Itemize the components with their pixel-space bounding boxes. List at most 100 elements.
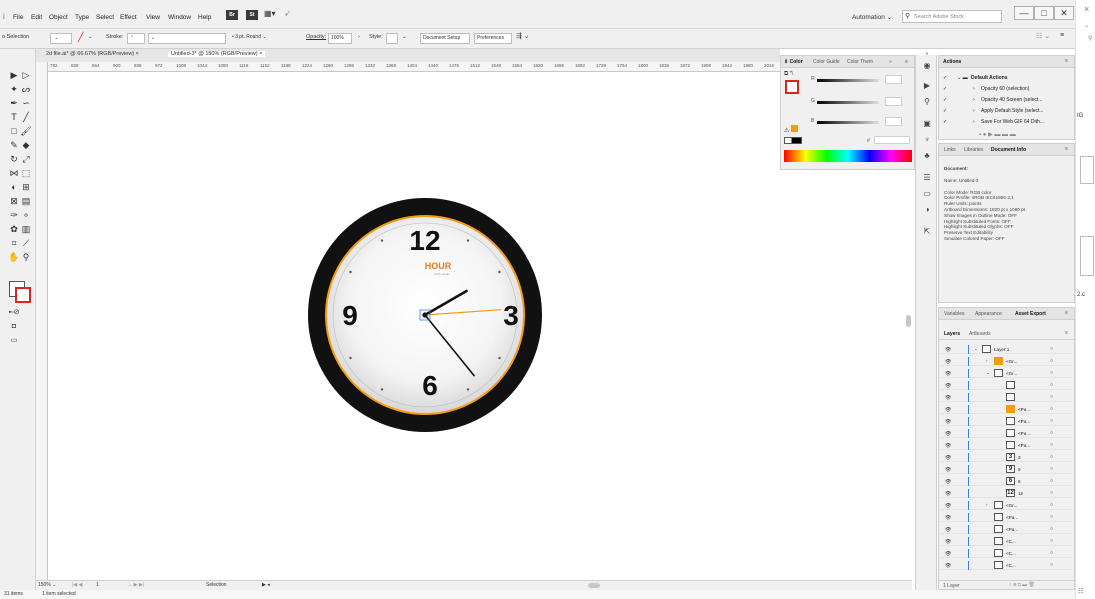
tab-color[interactable]: ⇕ Color bbox=[784, 59, 803, 65]
tab-layers[interactable]: Layers bbox=[944, 331, 960, 337]
artboard-nav-next[interactable]: ⌄ ▶ ▶| bbox=[128, 582, 144, 588]
tab-actions[interactable]: Actions bbox=[943, 59, 961, 65]
layer-row[interactable]: 👁 <C... ○ bbox=[940, 537, 1072, 546]
tab-untitled-3[interactable]: Untitled-3* @ 150% (RGB/Preview) × bbox=[168, 51, 266, 57]
collapse-arrow-icon[interactable]: › bbox=[986, 502, 988, 507]
target-circle-icon[interactable]: ○ bbox=[1050, 418, 1053, 424]
stroke-dropdown-icon[interactable]: ⌄ bbox=[88, 34, 93, 40]
panel-menu-icon[interactable]: ≡ bbox=[1065, 310, 1068, 316]
color-spectrum[interactable] bbox=[784, 150, 912, 162]
channel-b-value[interactable] bbox=[885, 117, 902, 126]
gpu-performance-icon[interactable]: ➶ bbox=[284, 9, 291, 18]
layer-row[interactable]: 👁 <Pa... ○ bbox=[940, 429, 1072, 438]
menu-select[interactable]: Select bbox=[96, 14, 114, 21]
scale-tool-icon[interactable]: ⤢ bbox=[20, 153, 32, 165]
layer-row[interactable]: 👁 ○ bbox=[940, 393, 1072, 402]
tab-variables[interactable]: Variables bbox=[944, 311, 964, 317]
layer-row[interactable]: 👁 ⌄ <Gr... ○ bbox=[940, 369, 1072, 378]
file-icon[interactable] bbox=[1080, 156, 1094, 184]
shape-builder-tool-icon[interactable]: ◐ bbox=[8, 181, 20, 193]
stroke-panel-icon[interactable]: ☰ bbox=[921, 173, 933, 183]
document-setup-button[interactable]: Document Setup bbox=[420, 33, 470, 44]
toggle-check-icon[interactable]: ✓ bbox=[943, 97, 947, 103]
align-icon[interactable]: ⇶ ⌄ bbox=[516, 32, 530, 40]
mesh-tool-icon[interactable]: ⊠ bbox=[8, 195, 20, 207]
style-swatch[interactable] bbox=[386, 33, 398, 44]
arrange-icon[interactable]: ☷ ⌄ bbox=[1036, 32, 1050, 40]
close-button[interactable]: ✕ bbox=[1054, 6, 1074, 20]
close-icon[interactable]: × bbox=[259, 51, 262, 57]
stock-button[interactable]: St bbox=[246, 10, 258, 20]
layer-row[interactable]: 👁 <Pa... ○ bbox=[940, 441, 1072, 450]
vertical-scrollbar-thumb[interactable] bbox=[906, 315, 911, 327]
layer-row[interactable]: 👁 3 3 ○ bbox=[940, 453, 1072, 462]
target-circle-icon[interactable]: ○ bbox=[1050, 346, 1053, 352]
target-circle-icon[interactable]: ○ bbox=[1050, 526, 1053, 532]
expand-arrow-icon[interactable]: ⌄ ▬ bbox=[957, 75, 968, 81]
width-tool-icon[interactable]: ⋈ bbox=[8, 167, 20, 179]
layer-row[interactable]: 👁 <Pa... ○ bbox=[940, 513, 1072, 522]
layer-row[interactable]: 👁 9 9 ○ bbox=[940, 465, 1072, 474]
panel-menu-icon[interactable]: ≡ bbox=[1065, 58, 1068, 64]
workspace-switcher[interactable]: Automation ⌄ bbox=[852, 13, 892, 21]
rotate-tool-icon[interactable]: ↻ bbox=[8, 153, 20, 165]
target-circle-icon[interactable]: ○ bbox=[1050, 430, 1053, 436]
transparency-panel-icon[interactable]: ◑ bbox=[921, 205, 933, 215]
target-circle-icon[interactable]: ○ bbox=[1050, 442, 1053, 448]
rectangle-tool-icon[interactable]: □ bbox=[8, 125, 20, 137]
explorer-search-icon[interactable]: ⚲ bbox=[1088, 35, 1092, 42]
eraser-tool-icon[interactable]: ◆ bbox=[20, 139, 32, 151]
target-circle-icon[interactable]: ○ bbox=[1050, 478, 1053, 484]
layer-row[interactable]: 👁 <C... ○ bbox=[940, 561, 1072, 570]
collapse-arrow-icon[interactable]: › bbox=[986, 358, 988, 363]
preferences-button[interactable]: Preferences bbox=[474, 33, 512, 44]
none-black-white-swatches[interactable] bbox=[784, 137, 802, 144]
toggle-check-icon[interactable]: ✓ bbox=[943, 108, 947, 114]
collapse-arrow-icon[interactable]: › bbox=[973, 119, 975, 125]
swap-fill-stroke-icon[interactable]: ⧉ ↰ bbox=[784, 71, 793, 78]
layer-row[interactable]: 👁 › <Gr... ○ bbox=[940, 357, 1072, 366]
lasso-tool-icon[interactable]: ᔕ bbox=[20, 83, 32, 95]
variable-width-dropdown[interactable]: ⌄ bbox=[148, 33, 226, 44]
tab-document-info[interactable]: Document Info bbox=[991, 147, 1026, 153]
visibility-eye-icon[interactable]: 👁 bbox=[945, 551, 951, 557]
zoom-field[interactable]: 150% ⌄ bbox=[38, 582, 56, 588]
paintbrush-tool-icon[interactable]: 🖌 bbox=[20, 125, 32, 137]
artboard-tool-icon[interactable]: ⌗ bbox=[8, 237, 20, 249]
target-circle-icon[interactable]: ○ bbox=[1050, 502, 1053, 508]
collapse-arrow-icon[interactable]: › bbox=[973, 108, 975, 114]
visibility-eye-icon[interactable]: 👁 bbox=[945, 443, 951, 449]
symbols-panel-icon[interactable]: ♣ bbox=[921, 151, 933, 161]
target-circle-icon[interactable]: ○ bbox=[1050, 514, 1053, 520]
layer-row[interactable]: 👁 <Pa... ○ bbox=[940, 417, 1072, 426]
close-icon[interactable]: × bbox=[136, 51, 139, 57]
tab-libraries[interactable]: Libraries bbox=[964, 147, 983, 153]
target-circle-icon[interactable]: ○ bbox=[1050, 454, 1053, 460]
target-circle-icon[interactable]: ○ bbox=[1050, 394, 1053, 400]
menu-type[interactable]: Type bbox=[75, 14, 89, 21]
eyedropper-tool-icon[interactable]: ✑ bbox=[8, 209, 20, 221]
visibility-eye-icon[interactable]: 👁 bbox=[945, 431, 951, 437]
column-graph-tool-icon[interactable]: ▥ bbox=[20, 223, 32, 235]
visibility-eye-icon[interactable]: 👁 bbox=[945, 359, 951, 365]
target-circle-icon[interactable]: ○ bbox=[1050, 466, 1053, 472]
hex-value-field[interactable] bbox=[874, 136, 910, 144]
menu-effect[interactable]: Effect bbox=[120, 14, 137, 21]
visibility-eye-icon[interactable]: 👁 bbox=[945, 383, 951, 389]
visibility-eye-icon[interactable]: 👁 bbox=[945, 479, 951, 485]
visibility-eye-icon[interactable]: 👁 bbox=[945, 347, 951, 353]
draw-mode-icon[interactable]: ◘ bbox=[8, 321, 20, 333]
magic-wand-tool-icon[interactable]: ✦ bbox=[8, 83, 20, 95]
image-panel-icon[interactable]: ▣ bbox=[921, 119, 933, 129]
target-circle-icon[interactable]: ○ bbox=[1050, 490, 1053, 496]
menu-file[interactable]: File bbox=[13, 14, 23, 21]
visibility-eye-icon[interactable]: 👁 bbox=[945, 419, 951, 425]
collapse-arrow-icon[interactable]: › bbox=[973, 86, 975, 92]
panel-menu-icon[interactable]: ≡ bbox=[1060, 32, 1064, 39]
visibility-eye-icon[interactable]: 👁 bbox=[945, 395, 951, 401]
layer-row[interactable]: 👁 › <Gr... ○ bbox=[940, 501, 1072, 510]
visibility-eye-icon[interactable]: 👁 bbox=[945, 491, 951, 497]
brush-dropdown[interactable]: • 3 pt. Round ⌄ bbox=[230, 33, 292, 44]
artboard-number-field[interactable]: 1 bbox=[96, 582, 99, 588]
gradient-tool-icon[interactable]: ▤ bbox=[20, 195, 32, 207]
